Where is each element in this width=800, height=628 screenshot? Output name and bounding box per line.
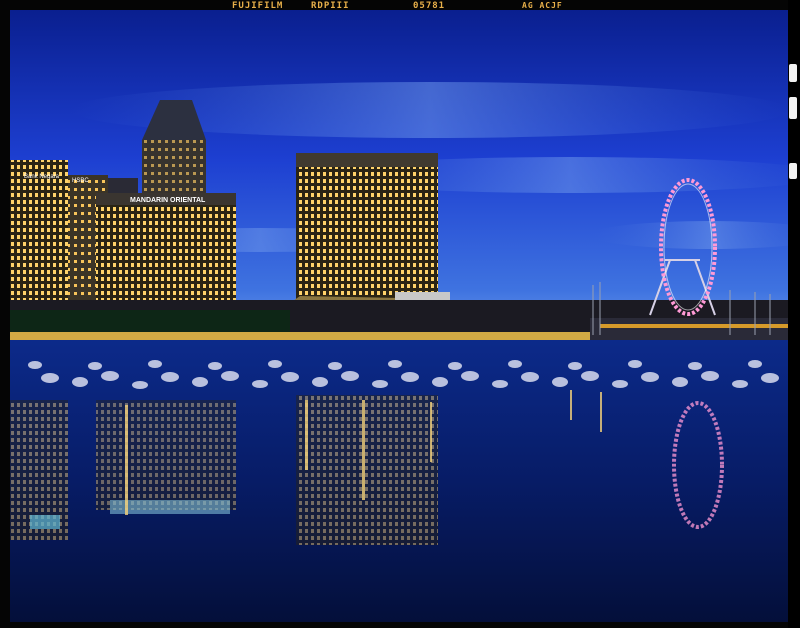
bridge-area [590,318,788,340]
trees [10,310,290,332]
waterfront-lights [10,332,590,340]
film-frame: FUJIFILM RDPIII 05781 AG ACJF HSBC Bank … [0,0,800,628]
skyline-photo: HSBC Bank Negara MANDARIN ORIENTAL [10,10,788,622]
bank-sign: HSBC [72,178,89,184]
bridge-lights [600,324,788,328]
building-central [296,153,438,303]
film-code-text: AG ACJF [522,1,563,10]
film-notch [789,64,797,82]
building-left [10,160,68,300]
film-notch [789,97,797,119]
film-notch [789,163,797,179]
skyline-scene: HSBC Bank Negara MANDARIN ORIENTAL [10,10,788,622]
bank-sign-2: Bank Negara [24,174,60,180]
tower-windows [142,140,206,200]
building-mandarin-oriental [96,193,236,313]
film-notch-column [788,0,800,628]
building-central-roof [296,153,438,167]
hotel-sign: MANDARIN ORIENTAL [130,197,206,204]
